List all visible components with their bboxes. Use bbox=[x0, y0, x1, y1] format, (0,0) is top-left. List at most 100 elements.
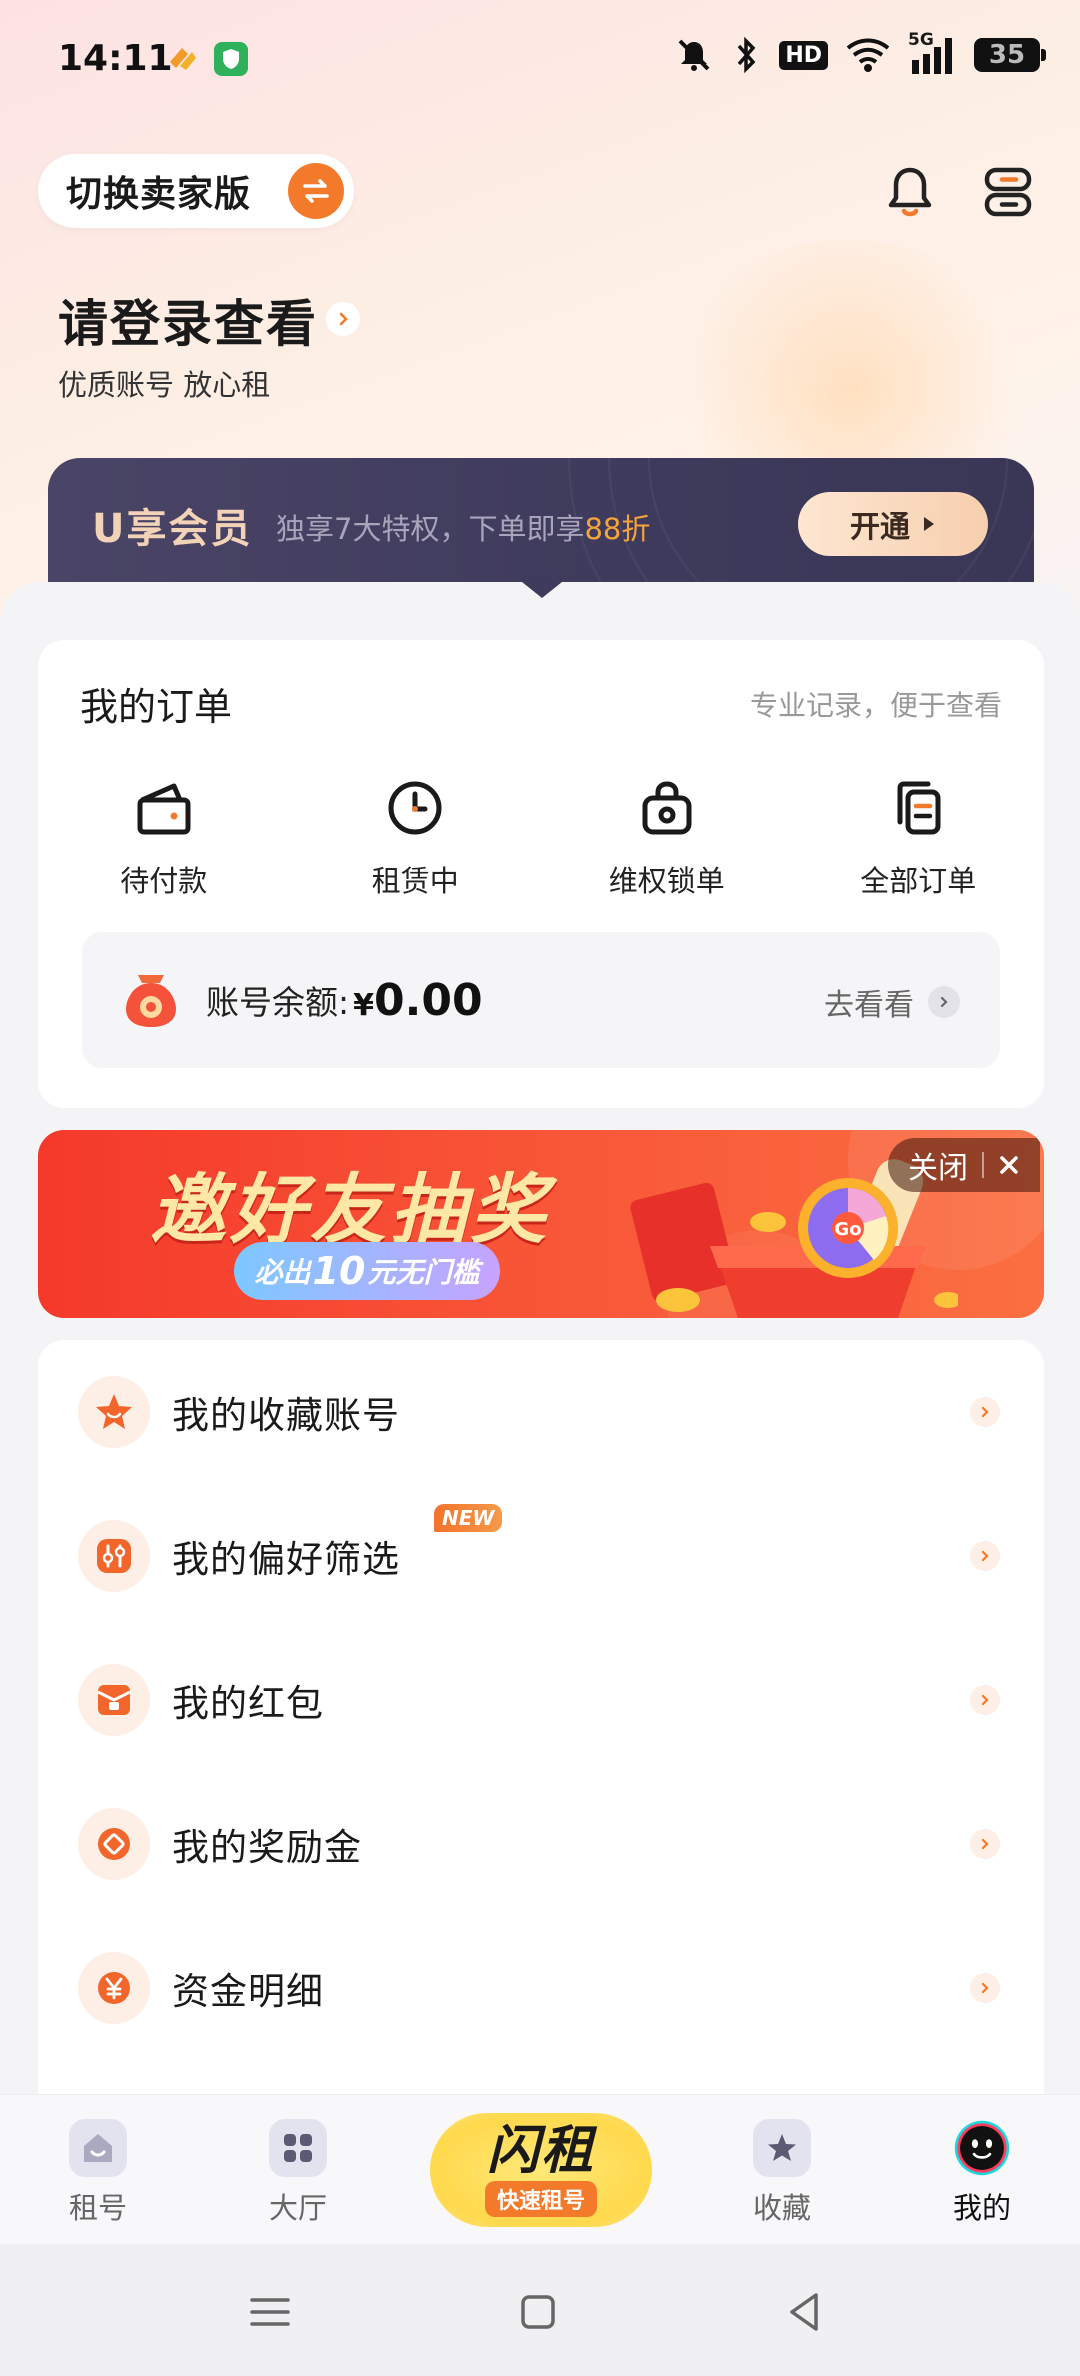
chevron-right-icon bbox=[970, 1973, 1000, 2003]
wheel-go-label: Go bbox=[834, 1219, 861, 1240]
square-icon bbox=[521, 2295, 555, 2329]
status-bar: 14:11 HD 5G 35 bbox=[0, 0, 1080, 120]
order-item-label: 待付款 bbox=[120, 864, 208, 898]
balance-view-link[interactable]: 去看看 bbox=[824, 980, 960, 1024]
divider bbox=[982, 1152, 984, 1178]
menu-reward-money[interactable]: 我的奖励金 bbox=[38, 1772, 1044, 1916]
invite-lottery-banner[interactable]: 邀好友抽奖 必出 10 元无门槛 Go 关闭 bbox=[38, 1130, 1044, 1318]
shield-app-icon bbox=[214, 42, 248, 76]
balance-view-label: 去看看 bbox=[824, 988, 914, 1023]
order-item-label: 全部订单 bbox=[860, 864, 977, 898]
red-packet-icon bbox=[78, 1664, 150, 1736]
vip-open-button[interactable]: 开通 bbox=[798, 492, 988, 556]
balance-amount: ¥0.00 bbox=[353, 975, 482, 1026]
back-button[interactable] bbox=[774, 2282, 834, 2342]
balance-value: 0.00 bbox=[374, 974, 483, 1026]
flash-rent-button[interactable]: 闪租 快速租号 bbox=[430, 2113, 652, 2227]
balance-label: 账号余额: bbox=[206, 983, 350, 1022]
network-type-label: 5G bbox=[908, 30, 934, 50]
order-renting[interactable]: 租赁中 bbox=[290, 776, 542, 900]
promo-pill-amount: 10 bbox=[312, 1249, 366, 1293]
system-nav-bar bbox=[0, 2244, 1080, 2376]
vip-discount: 88折 bbox=[584, 512, 651, 546]
star-icon bbox=[78, 1376, 150, 1448]
wifi-icon bbox=[846, 38, 890, 72]
orders-title: 我的订单 bbox=[80, 685, 233, 729]
yen-icon bbox=[78, 1952, 150, 2024]
app-notification-icon bbox=[166, 42, 200, 76]
menu-item-label: 我的收藏账号 bbox=[172, 1394, 400, 1437]
menu-red-packets[interactable]: 我的红包 bbox=[38, 1628, 1044, 1772]
menu-lines-icon bbox=[250, 2298, 290, 2326]
promo-close-button[interactable]: 关闭 bbox=[888, 1138, 1040, 1192]
menu-fund-details[interactable]: 资金明细 bbox=[38, 1916, 1044, 2060]
tab-favorites[interactable]: 收藏 bbox=[722, 2119, 842, 2227]
order-item-label: 维权锁单 bbox=[608, 864, 725, 898]
battery-icon: 35 bbox=[974, 38, 1046, 72]
close-icon bbox=[1000, 1156, 1018, 1174]
vip-open-label: 开通 bbox=[850, 510, 910, 545]
promo-pill-suffix: 元无门槛 bbox=[367, 1256, 480, 1289]
balance-currency: ¥ bbox=[353, 987, 374, 1023]
tab-rent-account[interactable]: 租号 bbox=[38, 2119, 158, 2227]
hd-badge: HD bbox=[779, 40, 828, 70]
vip-description: 独享7大特权，下单即享88折 bbox=[276, 506, 650, 548]
chevron-right-icon bbox=[970, 1397, 1000, 1427]
order-item-label: 租赁中 bbox=[371, 864, 459, 898]
play-arrow-icon bbox=[924, 517, 934, 531]
vip-description-text: 独享7大特权，下单即享 bbox=[276, 512, 585, 546]
notification-bell-icon[interactable] bbox=[880, 162, 940, 222]
home-button[interactable] bbox=[508, 2282, 568, 2342]
tab-mine[interactable]: 我的 bbox=[922, 2119, 1042, 2227]
flash-rent-title: 闪租 bbox=[486, 2121, 595, 2181]
filter-icon bbox=[78, 1520, 150, 1592]
battery-level: 35 bbox=[988, 40, 1026, 70]
order-pending-payment[interactable]: 待付款 bbox=[38, 776, 290, 900]
reward-coin-icon bbox=[78, 1808, 150, 1880]
login-subtitle: 优质账号 放心租 bbox=[58, 368, 271, 402]
menu-item-label: 我的偏好筛选 bbox=[172, 1538, 400, 1581]
chevron-right-icon bbox=[970, 1685, 1000, 1715]
tab-label: 我的 bbox=[952, 2191, 1011, 2225]
balance-row[interactable]: 账号余额: ¥0.00 去看看 bbox=[82, 932, 1000, 1068]
switch-seller-button[interactable]: 切换卖家版 bbox=[38, 154, 354, 228]
menu-item-label: 我的奖励金 bbox=[172, 1826, 362, 1869]
menu-preference-filter[interactable]: 我的偏好筛选 NEW bbox=[38, 1484, 1044, 1628]
service-menu-icon[interactable] bbox=[978, 162, 1038, 222]
menu-favorite-accounts[interactable]: 我的收藏账号 bbox=[38, 1340, 1044, 1484]
bluetooth-icon bbox=[737, 36, 756, 74]
chevron-right-icon bbox=[970, 1541, 1000, 1571]
orders-hint: 专业记录，便于查看 bbox=[749, 689, 1002, 722]
orders-card: 我的订单 专业记录，便于查看 待付款 租赁中 维权锁单 全部订单 账号余额: ¥… bbox=[38, 640, 1044, 1108]
tab-label: 大厅 bbox=[268, 2191, 327, 2225]
new-badge: NEW bbox=[434, 1504, 503, 1532]
home-icon bbox=[69, 2119, 127, 2177]
clock-icon bbox=[383, 776, 447, 840]
menu-item-label: 资金明细 bbox=[172, 1970, 324, 2013]
back-triangle-icon bbox=[790, 2293, 818, 2331]
documents-icon bbox=[886, 776, 950, 840]
wallet-icon bbox=[132, 776, 196, 840]
avatar-icon bbox=[953, 2119, 1011, 2177]
grid-icon bbox=[269, 2119, 327, 2177]
swap-icon bbox=[288, 163, 344, 219]
vip-title: U享会员 bbox=[92, 506, 253, 552]
lock-bag-icon bbox=[635, 776, 699, 840]
order-all[interactable]: 全部订单 bbox=[793, 776, 1045, 900]
bottom-tab-bar: 租号 大厅 闪租 快速租号 收藏 我的 bbox=[0, 2094, 1080, 2244]
tab-label: 收藏 bbox=[752, 2191, 811, 2225]
cellular-signal-icon: 5G bbox=[908, 30, 956, 74]
sheet-notch bbox=[522, 574, 562, 598]
switch-seller-label: 切换卖家版 bbox=[66, 174, 252, 215]
chevron-right-icon bbox=[928, 986, 960, 1018]
order-dispute-lock[interactable]: 维权锁单 bbox=[541, 776, 793, 900]
recent-apps-button[interactable] bbox=[240, 2282, 300, 2342]
flash-rent-subtitle: 快速租号 bbox=[484, 2181, 597, 2217]
promo-pill: 必出 10 元无门槛 bbox=[234, 1242, 500, 1300]
tab-hall[interactable]: 大厅 bbox=[238, 2119, 358, 2227]
login-chevron-icon[interactable] bbox=[326, 302, 360, 336]
status-time: 14:11 bbox=[58, 38, 173, 79]
mute-bell-icon bbox=[678, 39, 710, 71]
money-bag-icon bbox=[126, 975, 176, 1027]
login-title[interactable]: 请登录查看 bbox=[58, 284, 318, 356]
